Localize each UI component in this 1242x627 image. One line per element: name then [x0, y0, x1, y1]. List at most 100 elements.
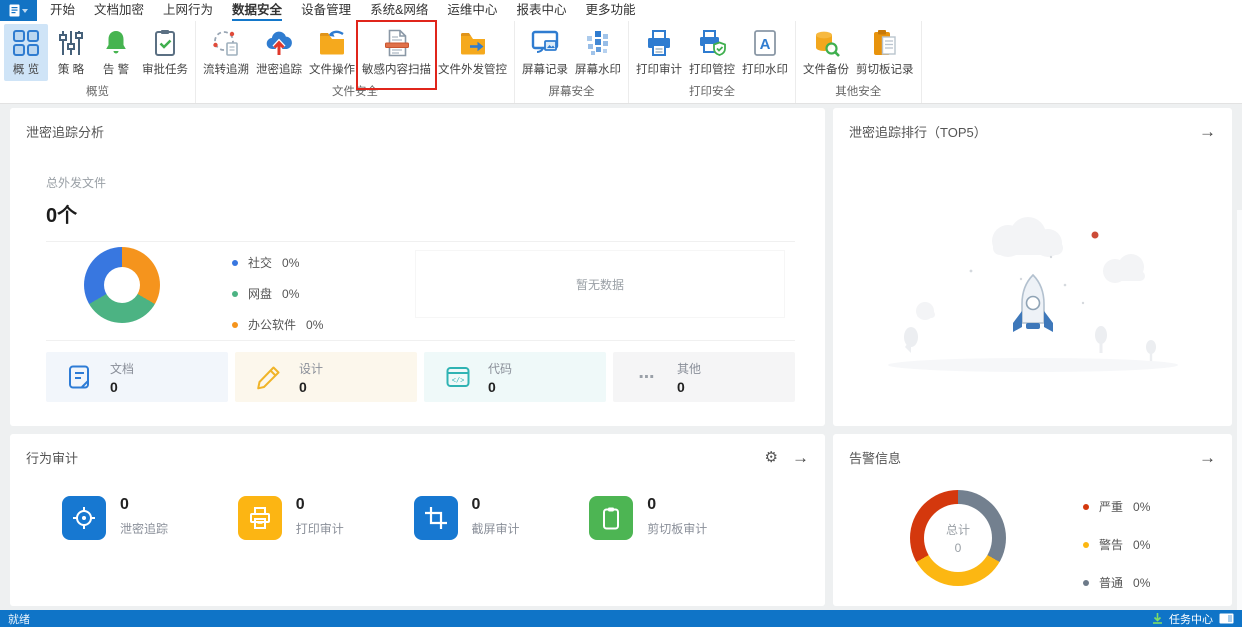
- panel-title: 告警信息: [849, 448, 901, 467]
- svg-text:A: A: [760, 36, 771, 53]
- tab-report-center[interactable]: 报表中心: [516, 0, 566, 21]
- tab-system-network[interactable]: 系统&网络: [370, 0, 428, 21]
- ribbon-button-print-control[interactable]: 打印管控: [686, 24, 738, 81]
- clipboard-record-icon: [870, 27, 900, 59]
- audit-label: 剪切板审计: [647, 520, 707, 537]
- audit-value: 0: [472, 496, 520, 514]
- legend-item: 网盘 0%: [232, 285, 323, 302]
- tab-web-behavior[interactable]: 上网行为: [163, 0, 213, 21]
- card-label: 其他: [677, 360, 701, 377]
- cloud-upload-icon: [264, 27, 294, 59]
- tab-more[interactable]: 更多功能: [585, 0, 635, 21]
- scrollbar-track[interactable]: [1237, 210, 1242, 627]
- ribbon-group-label: 其他安全: [800, 81, 917, 102]
- task-center-label: 任务中心: [1169, 611, 1213, 627]
- panel-title: 行为审计: [26, 448, 78, 467]
- panel-title: 泄密追踪分析: [26, 122, 104, 141]
- ribbon-button-label: 审批任务: [142, 61, 188, 77]
- tab-device-mgmt[interactable]: 设备管理: [301, 0, 351, 21]
- ribbon-button-outgoing-control[interactable]: 文件外发管控: [435, 24, 510, 81]
- audit-value: 0: [647, 496, 707, 514]
- empty-state-box: 暂无数据: [415, 250, 785, 318]
- donut-center-label: 总计: [946, 521, 970, 538]
- arrow-right-icon[interactable]: →: [792, 449, 809, 466]
- divider: [46, 340, 795, 341]
- panel-title: 泄密追踪排行（TOP5）: [849, 122, 987, 141]
- ribbon-button-approval-tasks[interactable]: 审批任务: [139, 24, 191, 81]
- ribbon-button-flow-trace[interactable]: 流转追溯: [200, 24, 252, 81]
- ribbon-button-screen-record[interactable]: 屏幕记录: [519, 24, 571, 81]
- ribbon-button-label: 敏感内容扫描: [362, 61, 431, 77]
- ribbon-button-label: 概 览: [13, 61, 39, 77]
- ribbon-button-policy[interactable]: 策 略: [49, 24, 93, 81]
- tab-ops-center[interactable]: 运维中心: [447, 0, 497, 21]
- card-documents[interactable]: 文档 0: [46, 352, 228, 402]
- ribbon-button-overview[interactable]: 概 览: [4, 24, 48, 81]
- legend-dot: [232, 322, 238, 328]
- code-icon: </>: [444, 363, 472, 391]
- legend-dot: [1083, 580, 1089, 586]
- ribbon-button-file-ops[interactable]: 文件操作: [306, 24, 358, 81]
- audit-items: 0 泄密追踪 0 打印审计 0 截屏审计: [62, 496, 765, 540]
- ribbon-group-label: 概览: [4, 81, 191, 102]
- donut-center-value: 0: [955, 541, 962, 555]
- ribbon-button-label: 流转追溯: [203, 61, 249, 77]
- bell-icon: [101, 27, 131, 59]
- audit-value: 0: [120, 496, 168, 514]
- card-label: 文档: [110, 360, 134, 377]
- ribbon-button-print-watermark[interactable]: A 打印水印: [739, 24, 791, 81]
- folder-return-icon: [317, 27, 347, 59]
- ribbon-button-clipboard-record[interactable]: 剪切板记录: [853, 24, 917, 81]
- ribbon-button-screen-watermark[interactable]: 屏幕水印: [572, 24, 624, 81]
- chart-legend: 社交 0% 网盘 0% 办公软件 0%: [232, 254, 323, 333]
- ribbon-button-label: 打印水印: [742, 61, 788, 77]
- panel-alert-info: 告警信息 → 总计 0 严重 0% 警告: [833, 434, 1232, 606]
- audit-item-print-audit: 0 打印审计: [238, 496, 414, 540]
- legend-item: 警告 0%: [1083, 536, 1150, 553]
- legend-value: 0%: [282, 287, 299, 301]
- pixel-watermark-icon: [583, 27, 613, 59]
- legend-name: 社交: [248, 254, 272, 271]
- gear-icon[interactable]: ⚙: [765, 450, 778, 465]
- arrow-right-icon[interactable]: →: [1199, 449, 1216, 466]
- legend-value: 0%: [282, 256, 299, 270]
- crop-icon: [414, 496, 458, 540]
- database-search-icon: [811, 27, 841, 59]
- ribbon-group-overview: 概 览 策 略 告 警 审批任务 概览: [0, 21, 196, 103]
- card-other[interactable]: ⋯ 其他 0: [613, 352, 795, 402]
- watermark-a-icon: A: [750, 27, 780, 59]
- pencil-icon: [255, 363, 283, 391]
- caret-down-icon: [22, 9, 28, 13]
- grid-icon: [11, 27, 41, 59]
- ribbon-button-label: 屏幕记录: [522, 61, 568, 77]
- audit-item-clipboard-audit: 0 剪切板审计: [589, 496, 765, 540]
- ribbon-button-alarm[interactable]: 告 警: [94, 24, 138, 81]
- panel-behavior-audit: 行为审计 ⚙ → 0 泄密追踪 0: [10, 434, 825, 606]
- ribbon-button-label: 打印管控: [689, 61, 735, 77]
- legend-dot: [232, 291, 238, 297]
- ribbon-button-sensitive-scan[interactable]: 敏感内容扫描: [359, 24, 434, 81]
- card-value: 0: [677, 379, 701, 395]
- panel-leak-ranking: 泄密追踪排行（TOP5） →: [833, 108, 1232, 426]
- tab-doc-encrypt[interactable]: 文档加密: [94, 0, 144, 21]
- ribbon-button-label: 文件操作: [309, 61, 355, 77]
- tab-data-security[interactable]: 数据安全: [232, 0, 282, 21]
- card-value: 0: [110, 379, 134, 395]
- menu-tabs: 开始 文档加密 上网行为 数据安全 设备管理 系统&网络 运维中心 报表中心 更…: [37, 0, 635, 21]
- total-outgoing-files: 总外发文件 0个: [46, 174, 106, 228]
- total-value: 0个: [46, 199, 106, 228]
- app-menu-button[interactable]: [0, 0, 37, 21]
- card-code[interactable]: </> 代码 0: [424, 352, 606, 402]
- arrow-right-icon[interactable]: →: [1199, 123, 1216, 140]
- chart-legend: 严重 0% 警告 0% 普通 0%: [1083, 498, 1150, 591]
- ribbon-button-leak-trace[interactable]: 泄密追踪: [253, 24, 305, 81]
- task-center-button[interactable]: 任务中心: [1152, 611, 1234, 627]
- legend-name: 普通: [1099, 574, 1123, 591]
- card-design[interactable]: 设计 0: [235, 352, 417, 402]
- legend-name: 办公软件: [248, 316, 296, 333]
- card-label: 设计: [299, 360, 323, 377]
- ribbon-button-print-audit[interactable]: 打印审计: [633, 24, 685, 81]
- tab-start[interactable]: 开始: [50, 0, 75, 21]
- ribbon-button-file-backup[interactable]: 文件备份: [800, 24, 852, 81]
- folder-arrow-right-icon: [458, 27, 488, 59]
